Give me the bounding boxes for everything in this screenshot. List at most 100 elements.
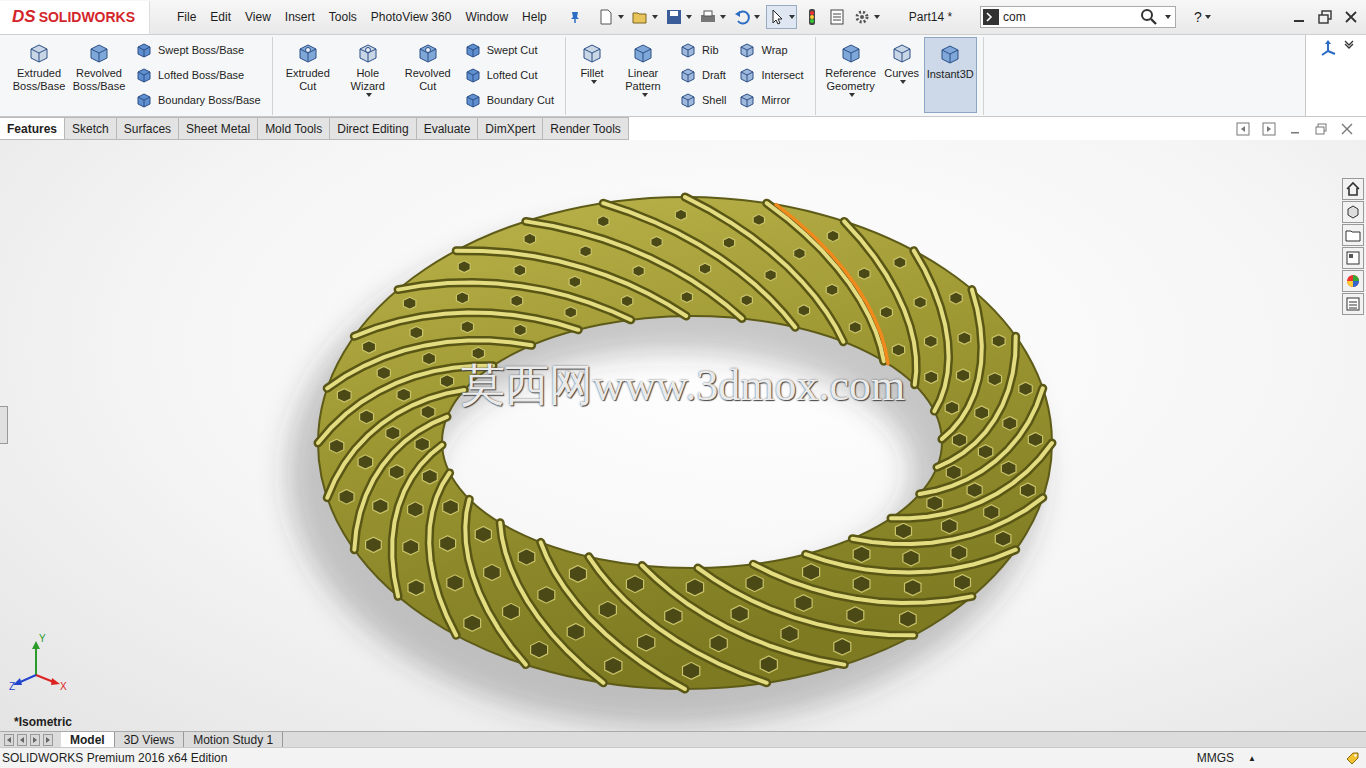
spiral-band[interactable]	[589, 557, 767, 683]
pin-icon[interactable]	[568, 10, 582, 24]
ribbon-small-button[interactable]: Intersect	[735, 62, 806, 87]
spiral-band[interactable]	[698, 568, 914, 635]
spiral-band[interactable]	[354, 313, 578, 337]
ribbon-small-button[interactable]: Lofted Boss/Base	[132, 62, 264, 87]
model-tab[interactable]: Model	[61, 732, 115, 747]
ribbon-small-button[interactable]: Lofted Cut	[461, 62, 557, 87]
dropdown-arrow[interactable]	[900, 80, 906, 84]
spiral-band[interactable]	[500, 523, 603, 683]
ribbon-small-button[interactable]: Swept Cut	[461, 37, 557, 62]
rebuild-button[interactable]	[802, 6, 822, 28]
folder-button[interactable]	[1342, 224, 1364, 246]
ribbon-small-button[interactable]: Draft	[676, 62, 729, 87]
ribbon-button[interactable]: Fillet	[572, 37, 612, 88]
spiral-band[interactable]	[526, 221, 742, 318]
selected-edge[interactable]	[776, 205, 888, 364]
spiral-band[interactable]	[767, 203, 884, 361]
dropdown-arrow[interactable]	[849, 93, 855, 97]
model-tab[interactable]: Motion Study 1	[184, 732, 283, 747]
search-box[interactable]: com	[980, 6, 1176, 28]
tab[interactable]: Sheet Metal	[179, 117, 258, 140]
rebuild-tag-icon[interactable]	[1344, 750, 1360, 766]
ribbon-button[interactable]: Linear Pattern	[614, 37, 672, 101]
unit-system[interactable]: MMGS	[1197, 751, 1234, 765]
spiral-band[interactable]	[398, 282, 631, 319]
undo-button[interactable]	[732, 6, 761, 28]
ribbon-small-button[interactable]: Shell	[676, 87, 729, 112]
graphics-area[interactable]: 莫西网www.3dmox.comYZX*Isometric	[0, 140, 1366, 731]
select-button[interactable]	[766, 5, 797, 29]
ribbon-small-button[interactable]: Boundary Boss/Base	[132, 87, 264, 112]
library-button[interactable]	[1342, 247, 1364, 269]
tab[interactable]: Evaluate	[417, 117, 479, 140]
dropdown-arrow[interactable]	[642, 93, 648, 97]
minimize-icon[interactable]	[1292, 10, 1306, 24]
spiral-band[interactable]	[844, 221, 916, 384]
spiral-band[interactable]	[806, 550, 1016, 573]
tab[interactable]: DimXpert	[478, 117, 543, 140]
spiral-band[interactable]	[642, 566, 844, 665]
magnifier-icon[interactable]	[1140, 8, 1158, 26]
dropdown-arrow[interactable]	[366, 93, 372, 97]
view-orientation-icon[interactable]	[1318, 39, 1338, 59]
tab[interactable]: Sketch	[65, 117, 117, 140]
print-button[interactable]	[698, 6, 727, 28]
menu-item[interactable]: Tools	[322, 10, 364, 24]
ribbon-button[interactable]: Extruded Boss/Base	[10, 37, 68, 97]
minimize-icon[interactable]	[1288, 122, 1302, 136]
ribbon-button[interactable]: Hole Wizard	[339, 37, 397, 101]
appearance-button[interactable]	[1342, 270, 1364, 292]
menu-item[interactable]: View	[238, 10, 278, 24]
tab[interactable]: Mold Tools	[258, 117, 330, 140]
spiral-band[interactable]	[914, 251, 949, 411]
spiral-band[interactable]	[685, 197, 843, 342]
help-button[interactable]: ?	[1194, 9, 1211, 25]
ribbon-small-button[interactable]: Rib	[676, 37, 729, 62]
spiral-band[interactable]	[465, 499, 526, 664]
ribbon-small-button[interactable]: Mirror	[735, 87, 806, 112]
spiral-band[interactable]	[541, 542, 685, 689]
dropdown-arrow[interactable]	[591, 80, 597, 84]
parts-button[interactable]	[1342, 201, 1364, 223]
tab-scroll-icon[interactable]	[30, 734, 40, 746]
home-button[interactable]	[1342, 178, 1364, 200]
tab[interactable]: Surfaces	[117, 117, 179, 140]
search-value[interactable]: com	[1003, 10, 1136, 24]
ribbon-button[interactable]: Curves	[882, 37, 922, 88]
menu-item[interactable]: File	[170, 10, 203, 24]
ribbon-button[interactable]: Extruded Cut	[279, 37, 337, 97]
options-button[interactable]	[852, 6, 881, 28]
panel-handle[interactable]	[0, 406, 8, 444]
spiral-band[interactable]	[937, 336, 1016, 467]
spiral-band[interactable]	[920, 388, 1043, 494]
menu-item[interactable]: PhotoView 360	[364, 10, 459, 24]
restore-icon[interactable]	[1318, 10, 1332, 24]
ribbon-button[interactable]: Revolved Cut	[399, 37, 457, 97]
props-button[interactable]	[827, 6, 847, 28]
spiral-band[interactable]	[942, 290, 982, 440]
spiral-band[interactable]	[603, 203, 795, 327]
ribbon-small-button[interactable]: Swept Boss/Base	[132, 37, 264, 62]
torus-body[interactable]	[318, 197, 1052, 689]
open-button[interactable]	[630, 6, 659, 28]
torus-model[interactable]	[0, 140, 1366, 731]
chevron-icon[interactable]	[1344, 39, 1354, 49]
spiral-band[interactable]	[852, 498, 1042, 544]
spiral-band[interactable]	[392, 445, 442, 597]
ribbon-button[interactable]: Revolved Boss/Base	[70, 37, 128, 97]
ribbon-button[interactable]: Instant3D	[924, 37, 977, 113]
spiral-band[interactable]	[429, 473, 456, 635]
tab[interactable]: Render Tools	[543, 117, 629, 140]
tab[interactable]: Features	[0, 117, 65, 140]
tab-scroll-icon[interactable]	[43, 734, 53, 746]
menu-item[interactable]: Insert	[278, 10, 322, 24]
next-view-icon[interactable]	[1262, 122, 1276, 136]
search-dropdown-arrow[interactable]	[1165, 15, 1171, 19]
spiral-band[interactable]	[753, 564, 972, 603]
close-icon[interactable]	[1340, 122, 1354, 136]
menu-item[interactable]: Window	[458, 10, 515, 24]
tab[interactable]: Direct Editing	[330, 117, 416, 140]
save-button[interactable]	[664, 6, 693, 28]
menu-item[interactable]: Edit	[203, 10, 238, 24]
menu-item[interactable]: Help	[515, 10, 554, 24]
